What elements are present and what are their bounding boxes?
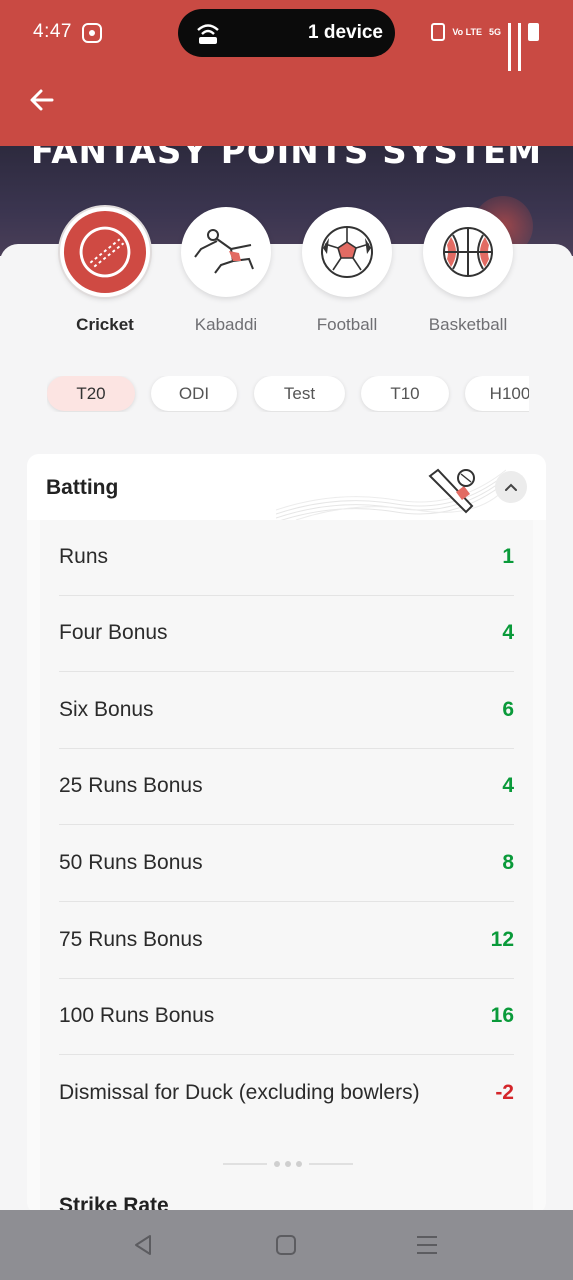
dynamic-island[interactable]: 1 device xyxy=(178,9,395,57)
rule-points: 1 xyxy=(502,545,514,568)
tab-odi[interactable]: ODI xyxy=(151,376,237,411)
sport-cricket[interactable]: Cricket xyxy=(55,207,155,335)
format-tabs: T20 ODI Test T10 H100 xyxy=(47,376,529,412)
list-item: 75 Runs Bonus 12 xyxy=(59,903,514,979)
rule-name: 25 Runs Bonus xyxy=(59,774,203,797)
sport-selector: Cricket Kabaddi Football Basketball xyxy=(0,207,573,337)
connected-devices-text: 1 device xyxy=(308,22,383,43)
cricket-bat-icon xyxy=(428,468,475,514)
points-list: Runs 1 Four Bonus 4 Six Bonus 6 25 Runs … xyxy=(40,520,533,1214)
list-item: 100 Runs Bonus 16 xyxy=(59,979,514,1055)
tab-t10[interactable]: T10 xyxy=(361,376,449,411)
tab-h100[interactable]: H100 xyxy=(465,376,529,411)
battery-icon xyxy=(528,23,539,41)
rule-name: Four Bonus xyxy=(59,621,168,644)
batting-card-header[interactable]: Batting xyxy=(27,454,546,520)
sport-football-circle xyxy=(302,207,392,297)
kabaddi-player-icon xyxy=(194,229,254,274)
sport-label: Football xyxy=(316,315,378,334)
rule-points: -2 xyxy=(495,1081,514,1104)
section-title: Batting xyxy=(46,476,119,499)
signal-1-icon xyxy=(508,23,511,71)
list-item: 25 Runs Bonus 4 xyxy=(59,749,514,825)
rule-name: Dismissal for Duck (excluding bowlers) xyxy=(59,1081,420,1104)
rule-name: 100 Runs Bonus xyxy=(59,1004,215,1027)
rule-points: 4 xyxy=(502,621,514,644)
tab-t20[interactable]: T20 xyxy=(47,376,135,411)
signal-2-icon xyxy=(518,23,521,71)
status-time: 4:47 xyxy=(33,21,72,42)
app-header: 4:47 1 device Vo LTE 5G xyxy=(0,0,573,146)
nav-back-icon[interactable] xyxy=(131,1232,157,1258)
hotspot-icon xyxy=(197,24,219,44)
list-item: Runs 1 xyxy=(59,520,514,596)
list-item: Dismissal for Duck (excluding bowlers) -… xyxy=(59,1056,514,1132)
rule-name: Runs xyxy=(59,545,109,568)
sport-basketball-circle xyxy=(423,207,513,297)
football-icon xyxy=(321,226,373,278)
system-nav-bar xyxy=(0,1210,573,1280)
volte-icon: Vo LTE xyxy=(452,26,482,37)
sport-cricket-circle xyxy=(60,207,150,297)
rule-points: 16 xyxy=(490,1004,514,1027)
tab-test[interactable]: Test xyxy=(254,376,345,411)
banner-title: FANTASY POINTS SYSTEM xyxy=(30,146,543,172)
sport-football[interactable]: Football xyxy=(297,207,397,335)
collapse-button[interactable] xyxy=(495,471,527,503)
basketball-icon xyxy=(443,227,493,277)
sport-kabaddi-circle xyxy=(181,207,271,297)
rule-points: 4 xyxy=(502,774,514,797)
network-type-icon: 5G xyxy=(488,26,501,37)
vibrate-icon xyxy=(431,23,446,41)
list-item: Four Bonus 4 xyxy=(59,596,514,672)
list-item: Six Bonus 6 xyxy=(59,673,514,749)
rule-points: 12 xyxy=(490,928,514,951)
cricket-ball-icon xyxy=(63,210,147,294)
section-divider xyxy=(223,1161,353,1167)
nav-home-icon[interactable] xyxy=(273,1232,299,1258)
rule-points: 6 xyxy=(502,698,514,721)
sport-label: Cricket xyxy=(76,315,134,334)
rule-name: 50 Runs Bonus xyxy=(59,851,203,874)
rule-name: Six Bonus xyxy=(59,698,154,721)
list-item: 50 Runs Bonus 8 xyxy=(59,826,514,902)
rule-points: 8 xyxy=(502,851,514,874)
rule-name: 75 Runs Bonus xyxy=(59,928,203,951)
sport-kabaddi[interactable]: Kabaddi xyxy=(176,207,276,335)
screen-record-icon xyxy=(82,23,102,43)
chevron-up-icon xyxy=(505,483,517,491)
sport-label: Basketball xyxy=(428,315,508,334)
back-arrow-icon[interactable] xyxy=(28,86,56,114)
nav-menu-icon[interactable] xyxy=(414,1232,440,1258)
batting-card: Batting Runs 1 Four Bonus 4 Six Bonus 6 … xyxy=(27,454,546,1214)
sport-label: Kabaddi xyxy=(194,315,258,334)
system-icons: Vo LTE 5G xyxy=(431,20,539,71)
status-bar: 4:47 1 device Vo LTE 5G xyxy=(0,0,573,71)
sport-basketball[interactable]: Basketball xyxy=(418,207,518,335)
